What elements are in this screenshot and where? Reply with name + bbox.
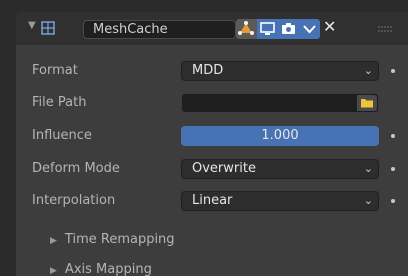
render-toggle[interactable] bbox=[278, 19, 299, 39]
format-label: Format bbox=[32, 63, 78, 78]
monitor-icon bbox=[260, 22, 275, 35]
chevron-down-icon: ⌄ bbox=[363, 162, 373, 175]
close-icon[interactable]: ✕ bbox=[323, 17, 336, 36]
folder-icon bbox=[361, 99, 373, 108]
deform-mode-dropdown[interactable]: Overwrite ⌄ bbox=[181, 159, 379, 179]
subpanel-label: Time Remapping bbox=[64, 232, 175, 247]
keyframe-dot[interactable] bbox=[391, 134, 395, 138]
deform-mode-value: Overwrite bbox=[192, 161, 256, 176]
modifier-header: ▼ MeshCache ✕ bbox=[16, 12, 408, 45]
subpanel-axis-mapping[interactable]: ▶ Axis Mapping bbox=[50, 262, 152, 276]
keyframe-dot[interactable] bbox=[391, 167, 395, 171]
extra-options-toggle[interactable] bbox=[299, 19, 320, 39]
collapse-arrow-icon[interactable]: ▼ bbox=[28, 20, 36, 31]
chevron-down-icon: ⌄ bbox=[363, 64, 373, 77]
format-value: MDD bbox=[192, 63, 224, 78]
modifier-panel: ▼ MeshCache ✕ Format MDD ⌄ File Path Inf… bbox=[16, 12, 408, 276]
modifier-name-input[interactable]: MeshCache bbox=[83, 20, 236, 39]
interpolation-value: Linear bbox=[192, 193, 233, 208]
keyframe-dot[interactable] bbox=[391, 69, 395, 73]
file-path-label: File Path bbox=[32, 95, 87, 110]
file-browse-button[interactable] bbox=[357, 95, 377, 111]
interpolation-dropdown[interactable]: Linear ⌄ bbox=[181, 191, 379, 211]
influence-label: Influence bbox=[32, 128, 92, 143]
chevron-down-icon: ⌄ bbox=[363, 194, 373, 207]
modifier-mesh-icon bbox=[41, 21, 55, 35]
expand-arrow-icon: ▶ bbox=[50, 236, 57, 246]
subpanel-time-remapping[interactable]: ▶ Time Remapping bbox=[50, 232, 175, 247]
drag-handle-icon[interactable] bbox=[378, 26, 392, 32]
camera-icon bbox=[282, 23, 295, 34]
deform-mode-label: Deform Mode bbox=[32, 161, 120, 176]
keyframe-dot[interactable] bbox=[391, 199, 395, 203]
chevron-down-icon bbox=[303, 25, 316, 34]
edit-mode-icon bbox=[238, 21, 254, 35]
influence-slider[interactable]: 1.000 bbox=[181, 126, 379, 146]
format-dropdown[interactable]: MDD ⌄ bbox=[181, 61, 379, 81]
interpolation-label: Interpolation bbox=[32, 193, 116, 208]
edit-mode-toggle[interactable] bbox=[236, 19, 257, 39]
subpanel-label: Axis Mapping bbox=[64, 262, 152, 276]
viewport-display-toggle[interactable] bbox=[257, 19, 278, 39]
expand-arrow-icon: ▶ bbox=[50, 266, 57, 276]
file-path-input[interactable] bbox=[181, 93, 379, 113]
